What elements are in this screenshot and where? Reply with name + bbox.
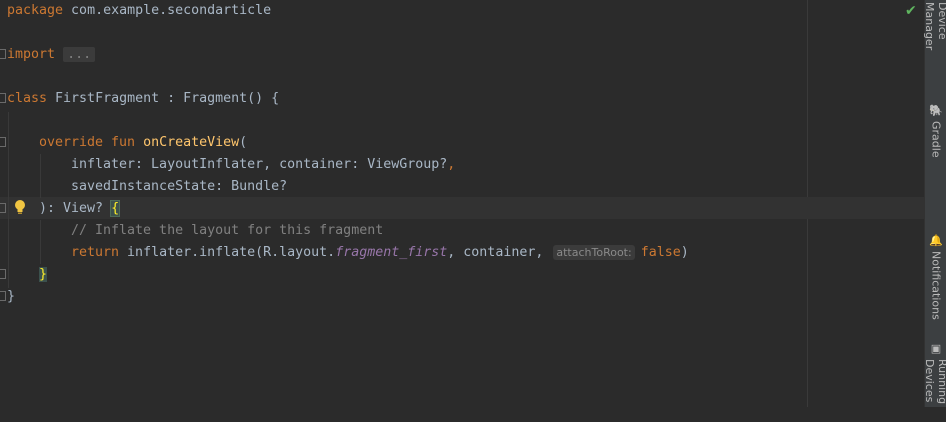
return-signature: ): View? bbox=[39, 201, 112, 216]
code-line-close-brace[interactable]: } bbox=[39, 264, 48, 286]
tool-window-gradle[interactable]: 🐘 Gradle bbox=[925, 104, 946, 160]
tool-window-label: Running Devices bbox=[923, 359, 946, 405]
keyword: class bbox=[7, 91, 48, 106]
code-line-param2[interactable]: savedInstanceState: Bundle? bbox=[71, 176, 287, 198]
gradle-icon: 🐘 bbox=[929, 104, 943, 118]
device-icon: ▣ bbox=[929, 342, 943, 355]
paren: ( bbox=[239, 135, 248, 150]
inflate-call: inflater.inflate(R.layout. bbox=[119, 245, 336, 260]
check-icon[interactable]: ✔ bbox=[905, 3, 917, 19]
keyword: package bbox=[7, 3, 64, 18]
code-line-return[interactable]: return inflater.inflate(R.layout.fragmen… bbox=[71, 242, 689, 264]
package-name: com.example.secondarticle bbox=[63, 3, 272, 18]
fold-marker[interactable] bbox=[0, 137, 6, 147]
brace: } bbox=[7, 289, 16, 304]
fold-marker[interactable] bbox=[0, 93, 6, 103]
keyword: import bbox=[7, 47, 56, 62]
indent-guide bbox=[40, 220, 41, 264]
code-line-class[interactable]: class FirstFragment : Fragment() { bbox=[7, 88, 279, 110]
matched-brace: { bbox=[110, 200, 121, 217]
tool-window-label: Gradle bbox=[929, 121, 943, 159]
argument: , container, bbox=[447, 245, 544, 260]
code-line-return-type[interactable]: ): View? { bbox=[39, 198, 121, 220]
code-line-import[interactable]: import ... bbox=[7, 44, 96, 66]
layout-reference: fragment_first bbox=[335, 245, 448, 260]
code-line-package[interactable]: package com.example.secondarticle bbox=[7, 0, 271, 22]
indent-guide bbox=[40, 154, 41, 198]
tool-window-label: Device Manager bbox=[923, 2, 946, 51]
matched-brace: } bbox=[39, 267, 48, 282]
tool-window-running-devices[interactable]: ▣ Running Devices bbox=[923, 342, 946, 422]
keyword: override fun bbox=[39, 135, 136, 150]
function-name: onCreateView bbox=[143, 135, 240, 150]
fold-marker[interactable] bbox=[0, 49, 6, 59]
bell-icon: 🔔 bbox=[929, 234, 943, 248]
parameters: inflater: LayoutInflater, container: Vie… bbox=[71, 157, 448, 172]
lightbulb-icon[interactable] bbox=[14, 199, 28, 215]
keyword: false bbox=[640, 245, 681, 260]
fold-marker[interactable] bbox=[0, 269, 6, 279]
parameter-hint: attachToRoot: bbox=[553, 245, 635, 260]
fold-marker[interactable] bbox=[0, 291, 6, 301]
keyword: return bbox=[71, 245, 120, 260]
indent-guide bbox=[8, 112, 9, 288]
tool-window-device-manager[interactable]: Device Manager bbox=[923, 2, 946, 86]
paren: ) bbox=[680, 245, 689, 260]
code-line-param1[interactable]: inflater: LayoutInflater, container: Vie… bbox=[71, 154, 455, 176]
parameters: savedInstanceState: Bundle? bbox=[71, 179, 288, 194]
code-editor[interactable]: ✔ package com.example.secondarticle impo… bbox=[0, 0, 924, 407]
comment: // Inflate the layout for this fragment bbox=[71, 223, 384, 238]
code-line-override[interactable]: override fun onCreateView( bbox=[39, 132, 247, 154]
code-line-comment[interactable]: // Inflate the layout for this fragment bbox=[71, 220, 383, 242]
tool-window-notifications[interactable]: 🔔 Notifications bbox=[925, 234, 946, 321]
fold-marker[interactable] bbox=[0, 203, 6, 213]
comma: , bbox=[447, 157, 456, 172]
tool-window-label: Notifications bbox=[929, 251, 943, 321]
right-tool-window-bar: Device Manager 🐘 Gradle 🔔 Notifications … bbox=[923, 0, 946, 407]
class-signature: FirstFragment : Fragment() { bbox=[47, 91, 280, 106]
code-line-class-close[interactable]: } bbox=[7, 286, 15, 308]
current-line-highlight bbox=[0, 197, 924, 219]
folded-imports[interactable]: ... bbox=[63, 47, 96, 62]
